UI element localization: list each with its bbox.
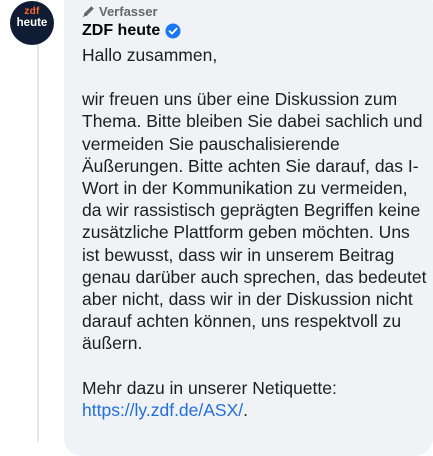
comment-paragraph: Hallo zusammen, — [82, 45, 218, 65]
author-badge: Verfasser — [82, 4, 158, 19]
thread-line — [37, 0, 39, 442]
netiquette-text: Mehr dazu in unserer Netiquette: — [82, 377, 337, 398]
netiquette-end: . — [243, 399, 249, 420]
author-name[interactable]: ZDF heute — [82, 22, 160, 40]
netiquette-link[interactable]: https://ly.zdf.de/ASX/ — [82, 400, 243, 420]
avatar[interactable]: zdf heute — [10, 1, 54, 45]
netiquette-paragraph: Mehr dazu in unserer Netiquette: https:/… — [82, 377, 427, 421]
avatar-logo-heute: heute — [16, 17, 48, 29]
author-name-row: ZDF heute — [82, 22, 181, 40]
pen-icon — [82, 5, 95, 18]
verified-checkmark-icon — [165, 23, 181, 39]
author-badge-label: Verfasser — [99, 4, 158, 19]
avatar-logo-zdf: zdf — [24, 6, 40, 17]
comment-paragraph: wir freuen uns über eine Diskussion zum … — [82, 89, 427, 354]
comment-text: Hallo zusammen, wir freuen uns über eine… — [82, 44, 427, 421]
